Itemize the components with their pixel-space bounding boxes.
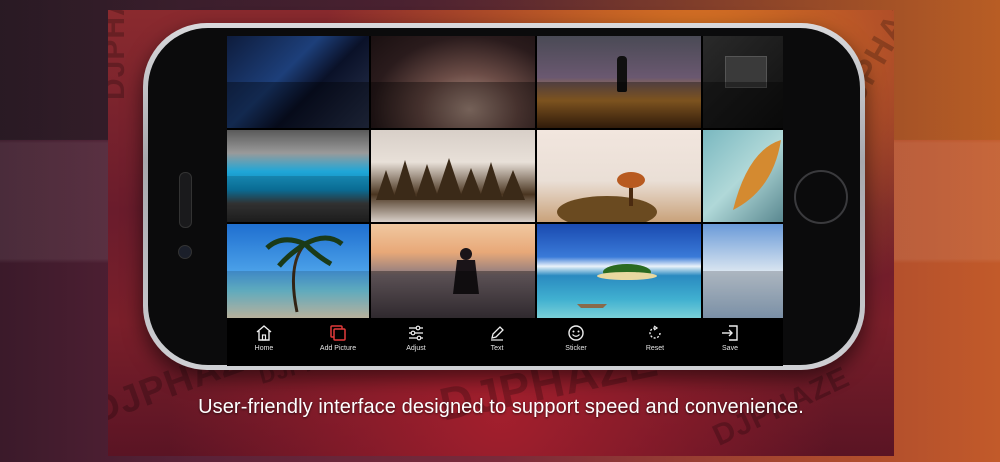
photo-tile[interactable]: [703, 36, 783, 128]
photo-tile[interactable]: [371, 130, 535, 222]
pencil-icon: [491, 326, 504, 341]
sticker-icon: [568, 325, 584, 341]
adjust-sliders-icon: [409, 325, 423, 341]
toolbar-label: Sticker: [565, 345, 587, 352]
toolbar-label: Text: [490, 345, 504, 352]
photo-tile[interactable]: [227, 130, 369, 222]
promo-caption: User-friendly interface designed to supp…: [198, 396, 804, 418]
home-icon: [256, 325, 272, 341]
reset-icon: [649, 325, 661, 339]
toolbar-sticker-button[interactable]: Sticker: [541, 324, 611, 364]
photo-tile[interactable]: [537, 224, 701, 318]
toolbar-label: Adjust: [406, 345, 426, 352]
photo-tile[interactable]: [371, 36, 535, 128]
photo-tile[interactable]: [703, 130, 783, 222]
phone-home-button[interactable]: [794, 170, 848, 224]
toolbar-text-button[interactable]: Text: [462, 324, 532, 364]
toolbar-label: Home: [254, 345, 274, 352]
toolbar-save-button[interactable]: Save: [695, 324, 765, 364]
app-screen: Home Add Picture Adjust Text Sticker Res…: [227, 36, 783, 366]
photo-tile[interactable]: [537, 130, 701, 222]
toolbar-home-button[interactable]: Home: [229, 324, 299, 364]
toolbar-label: Reset: [645, 345, 665, 352]
watermark: DJPHAZE: [108, 10, 131, 100]
toolbar-adjust-button[interactable]: Adjust: [381, 324, 451, 364]
phone-camera: [178, 245, 192, 259]
photo-tile[interactable]: [371, 224, 535, 318]
phone-speaker: [179, 172, 192, 228]
photo-grid: [227, 36, 783, 320]
photo-tile[interactable]: [227, 224, 369, 318]
toolbar-label: Save: [722, 345, 738, 352]
toolbar-label: Add Picture: [319, 345, 357, 352]
bottom-toolbar: Home Add Picture Adjust Text Sticker Res…: [227, 320, 783, 366]
toolbar-reset-button[interactable]: Reset: [620, 324, 690, 364]
photo-tile[interactable]: [537, 36, 701, 128]
add-picture-icon: [330, 325, 346, 341]
save-icon: [722, 325, 738, 341]
toolbar-add-picture-button[interactable]: Add Picture: [303, 324, 373, 364]
photo-tile[interactable]: [227, 36, 369, 128]
photo-tile[interactable]: [703, 224, 783, 318]
